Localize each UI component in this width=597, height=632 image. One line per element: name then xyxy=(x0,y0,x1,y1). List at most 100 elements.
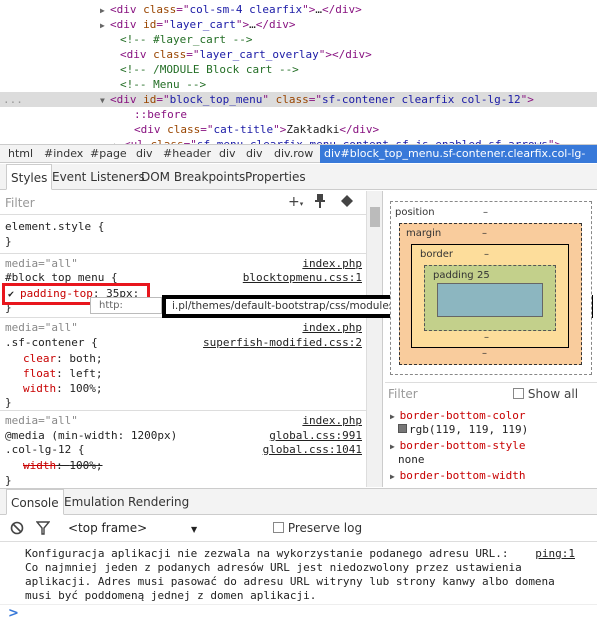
style-property[interactable]: width: 100%; xyxy=(23,382,103,395)
expand-right-icon[interactable]: ▶ xyxy=(390,472,400,481)
filter-icon[interactable] xyxy=(35,521,51,538)
dom-token: layer_cart xyxy=(169,18,236,31)
dom-token: =" xyxy=(200,123,214,136)
dom-token: class xyxy=(167,123,201,136)
preserve-log-checkbox[interactable] xyxy=(273,522,284,533)
breadcrumb-item[interactable]: div#block_top_menu.sf-contener.clearfix.… xyxy=(320,145,597,178)
computed-value-text: none xyxy=(398,453,425,466)
rule-source-link[interactable]: index.php xyxy=(302,257,362,270)
expand-down-icon[interactable]: ▼ xyxy=(100,93,110,108)
dom-node[interactable]: <div class="layer_cart_overlay"></div> xyxy=(0,47,597,62)
rule-source-link[interactable]: index.php xyxy=(302,321,362,334)
style-property[interactable]: width: 100%; xyxy=(23,459,103,472)
frame-select[interactable]: <top frame> ▼ xyxy=(68,521,197,535)
drawer-tab-emulation[interactable]: Emulation xyxy=(64,489,125,515)
style-property[interactable]: clear: both; xyxy=(23,352,103,365)
style-property[interactable]: float: left; xyxy=(23,367,103,380)
box-model: position – margin – – border – – padding… xyxy=(385,191,597,381)
dom-token: cat-title xyxy=(213,123,274,136)
console-message-line: aplikacji. Adres musi pasować do adresu … xyxy=(25,575,555,588)
dom-token: <div xyxy=(110,3,144,16)
chevron-down-icon: ▼ xyxy=(191,525,198,534)
breadcrumb-item[interactable]: div xyxy=(246,145,263,163)
tab-event-listeners[interactable]: Event Listeners xyxy=(52,164,145,190)
rule-selector: element.style { xyxy=(5,220,105,233)
rule-source-link[interactable]: global.css:991 xyxy=(269,429,362,442)
add-rule-icon[interactable]: +▾ xyxy=(288,194,303,210)
expand-right-icon[interactable]: ▶ xyxy=(390,412,400,421)
dom-node[interactable]: <!-- Menu --> xyxy=(0,77,597,92)
breadcrumb-item[interactable]: #header xyxy=(163,145,211,163)
dom-token: <div xyxy=(120,48,154,61)
styles-filter-input[interactable]: Filter xyxy=(5,196,35,210)
property-colon: : xyxy=(56,352,70,365)
console-prompt[interactable]: > xyxy=(8,606,19,621)
breadcrumb-item[interactable]: div.row xyxy=(274,145,313,163)
box-content xyxy=(437,283,543,317)
dom-token: =" xyxy=(186,48,200,61)
dom-node[interactable]: ▶ <div class="col-sm-4 clearfix">…</div> xyxy=(0,2,597,17)
property-colon: : xyxy=(56,459,70,472)
dom-node[interactable]: <div class="cat-title">Zakładki</div> xyxy=(0,122,597,137)
expand-right-icon[interactable]: ▶ xyxy=(100,3,110,18)
rule-source-link[interactable]: global.css:1041 xyxy=(263,443,362,456)
breadcrumb-item[interactable]: div xyxy=(136,145,153,163)
pin-icon[interactable] xyxy=(314,194,326,212)
breadcrumb-item[interactable]: div xyxy=(219,145,236,163)
show-all-toggle[interactable]: Show all xyxy=(513,387,578,401)
dom-token: =" xyxy=(308,93,322,106)
expand-right-icon[interactable]: ▶ xyxy=(390,442,400,451)
computed-value-text: rgb(119, 119, 119) xyxy=(409,423,529,436)
color-swatch[interactable] xyxy=(398,424,407,433)
console-toolbar: <top frame> ▼ Preserve log xyxy=(0,516,597,542)
computed-value: rgb(119, 119, 119) xyxy=(398,423,528,437)
dom-token: id xyxy=(143,18,157,31)
dom-token: "> xyxy=(520,93,534,106)
console-source-link[interactable]: ping:1 xyxy=(535,547,575,560)
styles-filter-bar: Filter +▾ xyxy=(0,191,366,215)
console-message-line: musi być poddomeną jednej z domen aplika… xyxy=(25,589,317,602)
dom-token: =" xyxy=(156,93,170,106)
breadcrumb-item[interactable]: html xyxy=(8,145,33,163)
dom-node[interactable]: ... ▼ <div id="block_top_menu" class="sf-c… xyxy=(0,92,597,107)
computed-property[interactable]: ▶ border-bottom-style xyxy=(390,439,525,453)
computed-property[interactable]: ▶ border-bottom-color xyxy=(390,409,525,423)
computed-name: border-bottom-color xyxy=(399,409,526,422)
dom-node[interactable]: <!-- /MODULE Block cart --> xyxy=(0,62,597,77)
breadcrumb-item[interactable]: #index xyxy=(44,145,83,163)
drawer-tabs: Console Emulation Rendering xyxy=(0,488,597,515)
tab-styles[interactable]: Styles xyxy=(6,164,53,190)
dom-more-dots: ... xyxy=(3,93,23,106)
dom-token: <div xyxy=(134,123,168,136)
dom-node[interactable]: ▶<ul class="sf-menu clearfix menu-conten… xyxy=(0,137,597,144)
rule-media: media="all" xyxy=(5,321,78,334)
dom-token: </div> xyxy=(339,123,380,136)
dom-node[interactable]: ▶ <div id="layer_cart">…</div> xyxy=(0,17,597,32)
property-name: width xyxy=(23,459,57,472)
tab-properties[interactable]: Properties xyxy=(245,164,306,190)
dom-token: Zakładki xyxy=(286,123,340,136)
computed-filter-input[interactable]: Filter xyxy=(388,387,418,401)
rule-source-link[interactable]: blocktopmenu.css:1 xyxy=(243,271,362,284)
preserve-log-toggle[interactable]: Preserve log xyxy=(273,521,362,535)
styles-scrollbar[interactable] xyxy=(366,191,382,487)
clear-console-icon[interactable] xyxy=(10,521,24,538)
rule-source-link[interactable]: index.php xyxy=(302,414,362,427)
rule-source-link[interactable]: superfish-modified.css:2 xyxy=(203,336,362,349)
dom-node[interactable]: <!-- #layer_cart --> xyxy=(0,32,597,47)
drawer-tab-rendering[interactable]: Rendering xyxy=(128,489,189,515)
breadcrumb-item[interactable]: #page xyxy=(90,145,127,163)
dom-token: <!-- #layer_cart --> xyxy=(120,33,253,46)
drawer-tab-console[interactable]: Console xyxy=(6,489,64,515)
expand-right-icon[interactable]: ▶ xyxy=(100,18,110,33)
computed-property[interactable]: ▶ border-bottom-width xyxy=(390,469,525,483)
diamond-icon[interactable] xyxy=(340,194,354,212)
tab-dom-breakpoints[interactable]: DOM Breakpoints xyxy=(141,164,245,190)
show-all-checkbox[interactable] xyxy=(513,388,524,399)
dom-token: "> xyxy=(273,123,287,136)
dom-node[interactable]: ::before xyxy=(0,107,597,122)
dom-token: " xyxy=(262,93,276,106)
elements-dom-tree[interactable]: ▶ <div class="col-sm-4 clearfix">…</div> ▶… xyxy=(0,0,597,144)
dom-token: col-sm-4 clearfix xyxy=(189,3,303,16)
console-message-line: Konfiguracja aplikacji nie zezwala na wy… xyxy=(25,547,509,560)
